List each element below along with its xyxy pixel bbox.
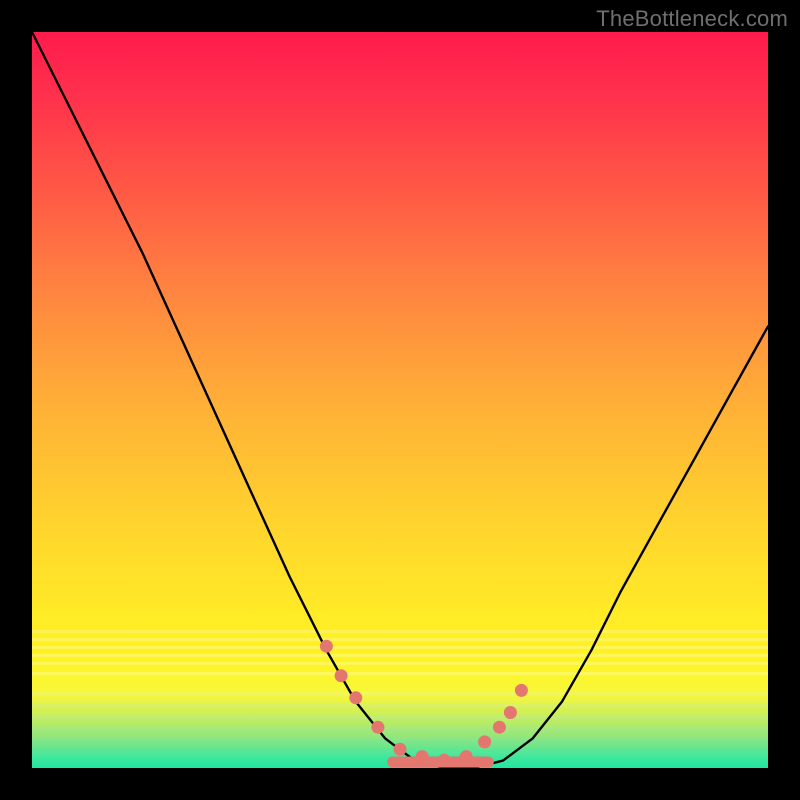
highlight-dot	[493, 721, 506, 734]
watermark: TheBottleneck.com	[596, 6, 788, 32]
highlight-dot	[438, 754, 451, 767]
highlight-dot	[394, 743, 407, 756]
highlight-dot	[335, 669, 348, 682]
highlight-dot	[460, 750, 473, 763]
plot-area	[32, 32, 768, 768]
highlight-dot	[504, 706, 517, 719]
highlight-dot	[416, 750, 429, 763]
highlight-dot	[478, 735, 491, 748]
highlight-dot	[320, 640, 333, 653]
highlight-dot	[371, 721, 384, 734]
highlight-dot	[349, 691, 362, 704]
bottleneck-curve	[32, 32, 768, 768]
highlight-dots	[320, 640, 528, 767]
curve-svg	[32, 32, 768, 768]
highlight-dot	[515, 684, 528, 697]
chart-frame: TheBottleneck.com	[0, 0, 800, 800]
